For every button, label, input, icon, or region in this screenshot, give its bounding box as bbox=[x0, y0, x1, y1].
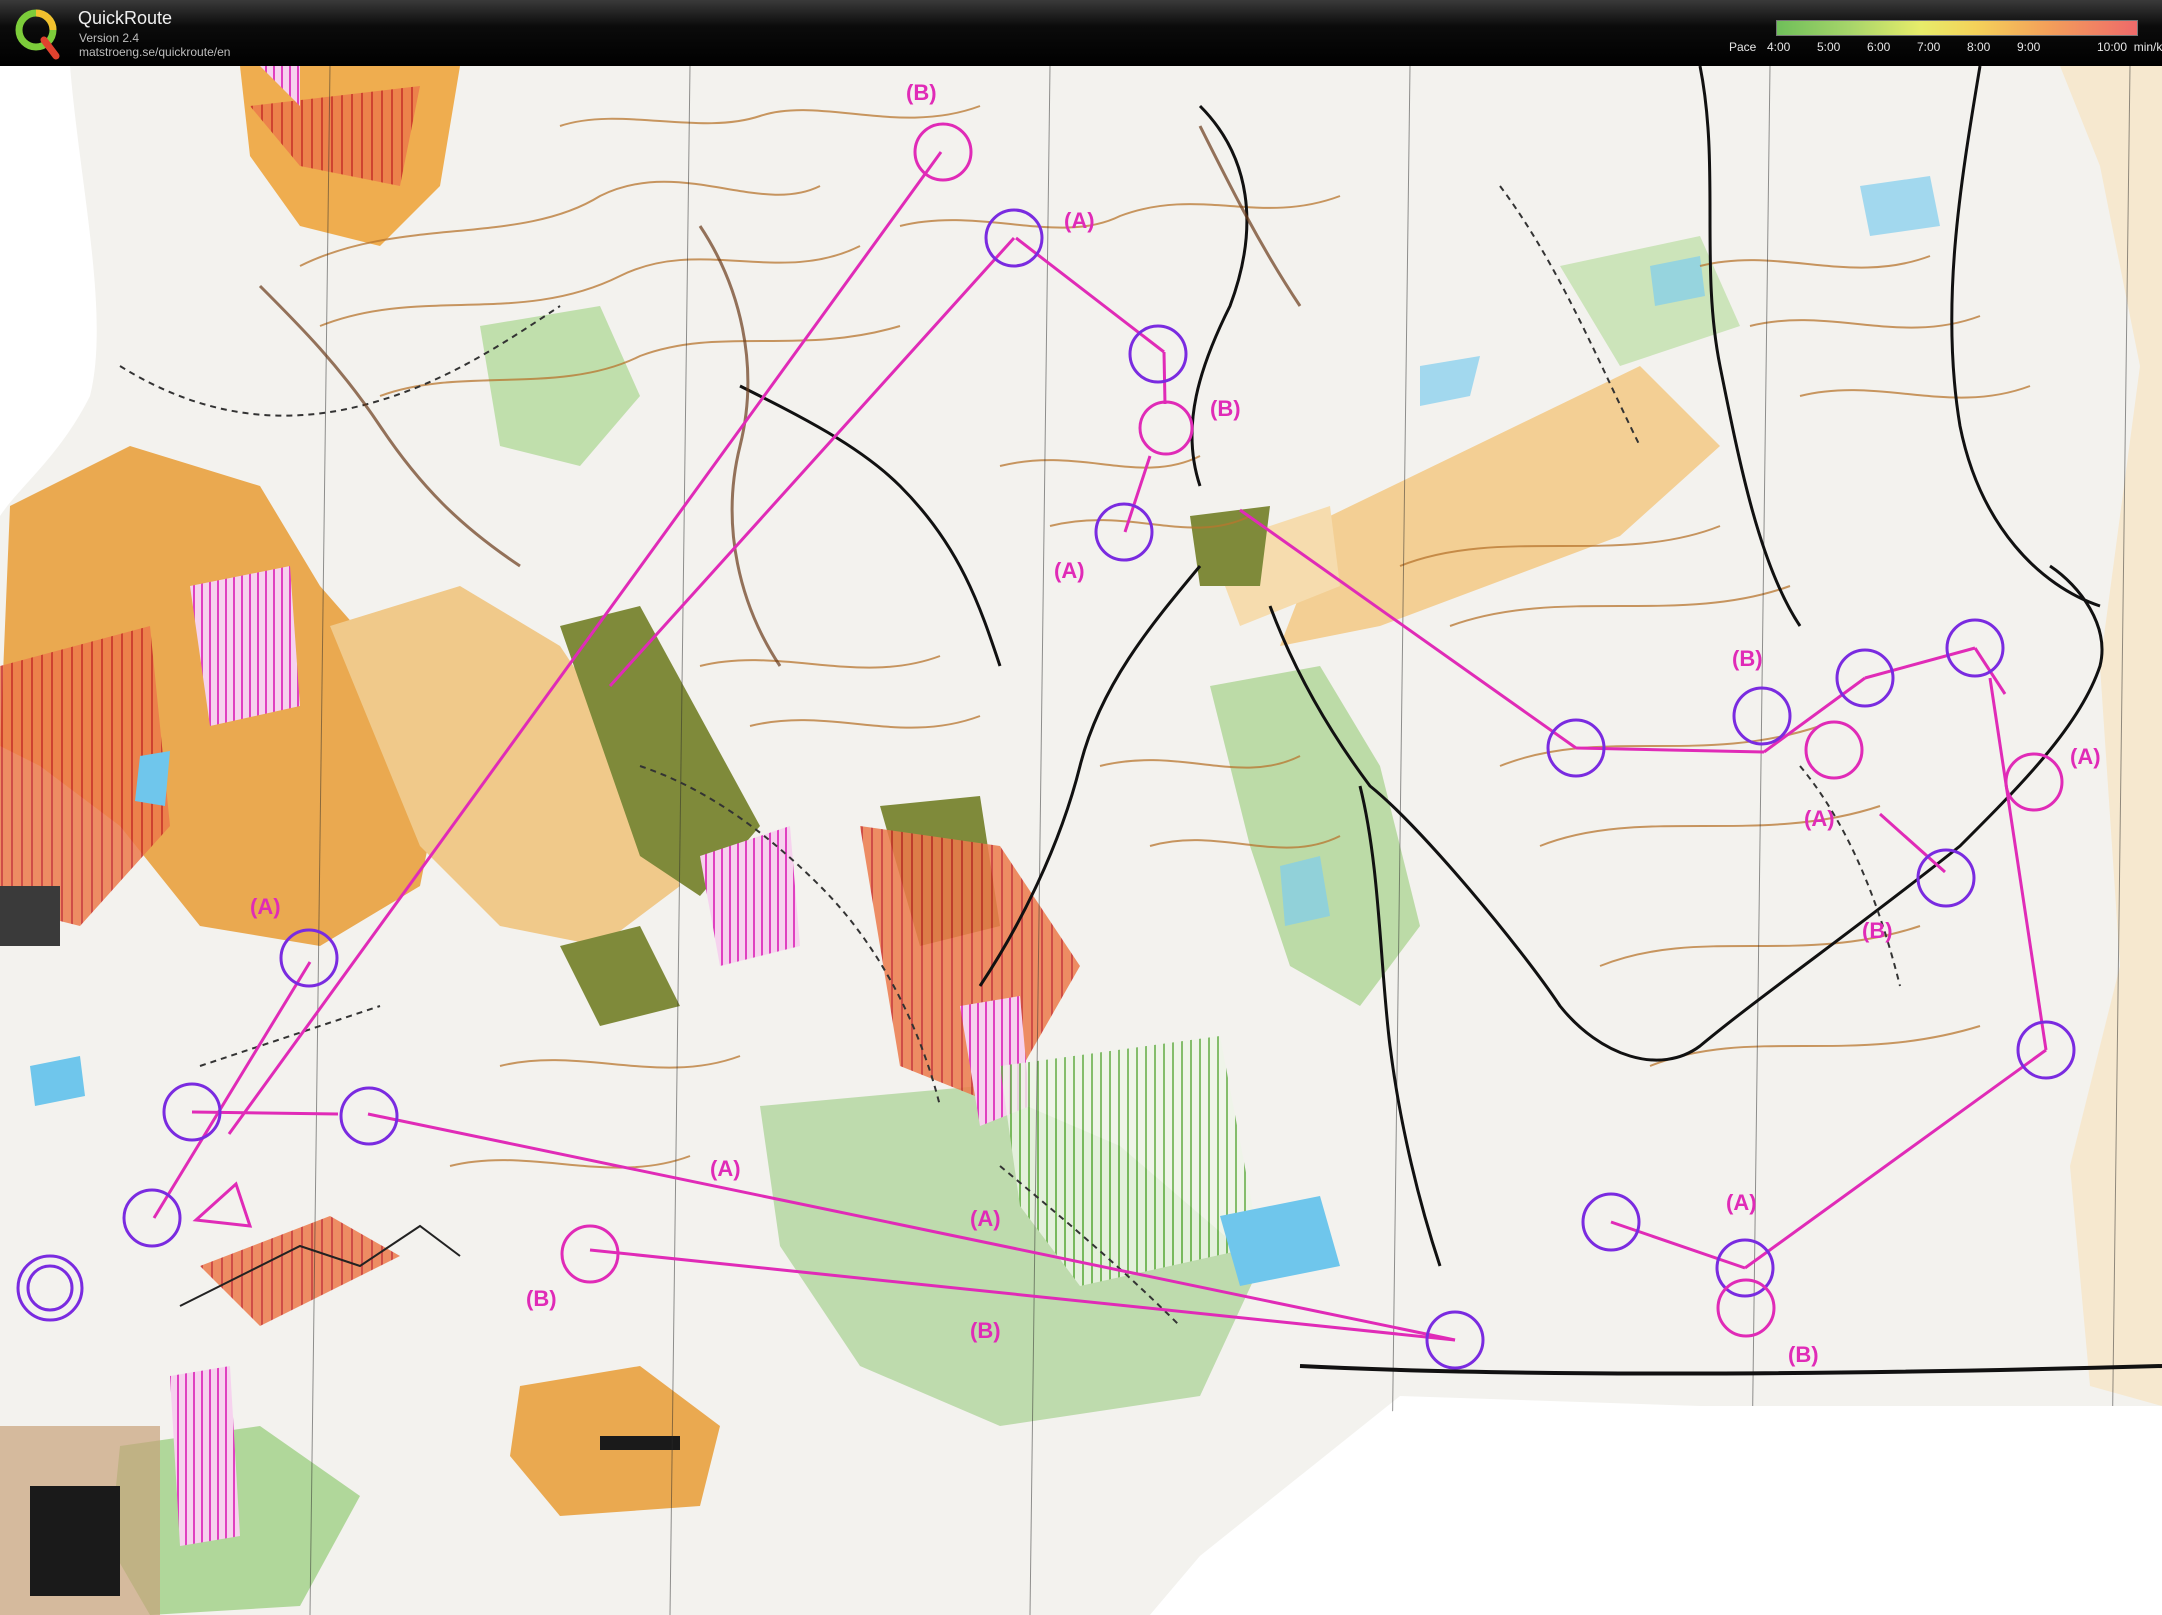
pace-max-and-unit: 10:00 min/km bbox=[2097, 40, 2162, 54]
pace-tick: 9:00 bbox=[2017, 40, 2041, 54]
pace-gradient-bar bbox=[1776, 20, 2138, 36]
control-label: (A) bbox=[1064, 208, 1095, 233]
pace-legend: Pace 4:00 5:00 6:00 7:00 8:00 9:00 10:00… bbox=[1720, 14, 2162, 60]
building bbox=[30, 1486, 120, 1596]
control-label: (B) bbox=[970, 1318, 1001, 1343]
control-label: (B) bbox=[906, 80, 937, 105]
olive-area bbox=[1190, 506, 1270, 586]
control-label: (B) bbox=[1788, 1342, 1819, 1367]
building bbox=[600, 1436, 680, 1450]
control-label: (A) bbox=[710, 1156, 741, 1181]
map-canvas[interactable]: (B) (A) (B) (A) (A) (A) (A) (B) (B) (B) … bbox=[0, 66, 2162, 1615]
orienteering-map[interactable]: (B) (A) (B) (A) (A) (A) (A) (B) (B) (B) … bbox=[0, 66, 2162, 1615]
control-label: (B) bbox=[1732, 646, 1763, 671]
pace-tick: 8:00 bbox=[1967, 40, 1991, 54]
control-label: (A) bbox=[1054, 558, 1085, 583]
control-label: (A) bbox=[250, 894, 281, 919]
pace-tick: 7:00 bbox=[1917, 40, 1941, 54]
control-label: (A) bbox=[1726, 1190, 1757, 1215]
pond bbox=[135, 751, 170, 806]
marsh bbox=[1860, 176, 1940, 236]
building bbox=[0, 886, 60, 946]
control-label: (B) bbox=[526, 1286, 557, 1311]
pace-tick: 5:00 bbox=[1817, 40, 1841, 54]
app-version: Version 2.4 bbox=[79, 31, 140, 45]
control-label: (A) bbox=[1804, 806, 1835, 831]
quickroute-logo-icon bbox=[15, 9, 60, 60]
app-url[interactable]: matstroeng.se/quickroute/en bbox=[79, 45, 230, 59]
app-title: QuickRoute bbox=[78, 8, 173, 28]
pace-tick: 4:00 bbox=[1767, 40, 1791, 54]
app-header: QuickRoute Version 2.4 matstroeng.se/qui… bbox=[0, 0, 2162, 66]
control-label: (B) bbox=[1862, 918, 1893, 943]
out-of-bounds-area bbox=[170, 1366, 240, 1546]
pace-tick: 6:00 bbox=[1867, 40, 1891, 54]
pace-label: Pace bbox=[1729, 40, 1757, 54]
control-label: (A) bbox=[970, 1206, 1001, 1231]
control-label: (B) bbox=[1210, 396, 1241, 421]
control-label: (A) bbox=[2070, 744, 2101, 769]
